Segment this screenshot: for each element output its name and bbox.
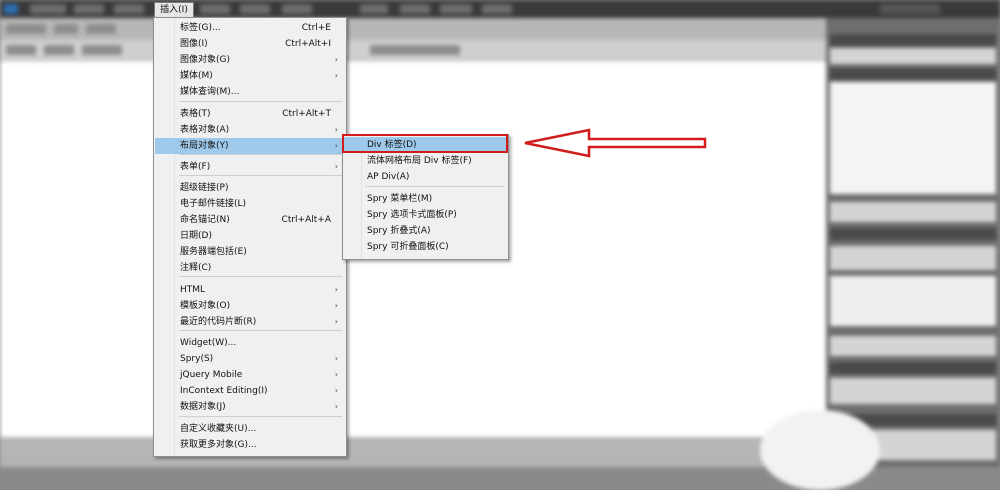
insert-menu-item[interactable]: Spry(S) › xyxy=(155,351,345,367)
menu-item-label: 媒体查询(M)... xyxy=(180,87,240,97)
menu-insert[interactable]: 插入(I) xyxy=(154,2,194,17)
menu-separator xyxy=(366,186,504,187)
menu-item-label: 表格对象(A) xyxy=(180,125,230,135)
insert-menu-item[interactable]: 获取更多对象(G)... xyxy=(155,437,345,453)
menu-item-label: Widget(W)... xyxy=(180,338,237,348)
insert-menu-item[interactable]: jQuery Mobile › xyxy=(155,367,345,383)
insert-menu-item[interactable]: 命名锚记(N) Ctrl+Alt+A xyxy=(155,212,345,228)
menu-item-label: 最近的代码片断(R) xyxy=(180,317,257,327)
insert-menu-item[interactable]: 表单(F) › xyxy=(155,159,345,175)
chevron-right-icon: › xyxy=(334,71,338,80)
menu-item-label: jQuery Mobile xyxy=(180,370,243,380)
menu-item-label: 日期(D) xyxy=(180,231,212,241)
menu-item-label: 表格(T) xyxy=(180,109,211,119)
menu-separator xyxy=(179,175,342,176)
menu-item-label: AP Div(A) xyxy=(367,172,410,182)
menu-item-label: Spry 可折叠面板(C) xyxy=(367,242,449,252)
chevron-right-icon: › xyxy=(334,354,338,363)
menu-item-label: Spry 选项卡式面板(P) xyxy=(367,210,457,220)
menu-item-label: 命名锚记(N) xyxy=(180,215,230,225)
chevron-right-icon: › xyxy=(334,301,338,310)
menu-item-shortcut: Ctrl+E xyxy=(301,23,331,33)
menu-item-shortcut: Ctrl+Alt+T xyxy=(282,109,331,119)
menu-separator xyxy=(179,101,342,102)
panels-sidebar xyxy=(826,18,1000,467)
annotation-arrow-icon xyxy=(524,128,707,158)
menu-separator xyxy=(179,416,342,417)
insert-menu-item[interactable]: 图像(I) Ctrl+Alt+I xyxy=(155,36,345,52)
insert-menu-item[interactable]: 媒体查询(M)... xyxy=(155,84,345,100)
insert-menu-item[interactable]: 模板对象(O) › xyxy=(155,298,345,314)
insert-menu-item[interactable]: 媒体(M) › xyxy=(155,68,345,84)
menu-item-label: 布局对象(Y) xyxy=(180,141,229,151)
layout-submenu-item[interactable]: Spry 折叠式(A) xyxy=(344,223,507,239)
menu-item-label: 图像(I) xyxy=(180,39,208,49)
menu-item-label: 流体网格布局 Div 标签(F) xyxy=(367,156,472,166)
menu-item-label: Spry 折叠式(A) xyxy=(367,226,431,236)
insert-menu-item[interactable]: 超级链接(P) xyxy=(155,180,345,196)
chevron-right-icon: › xyxy=(334,317,338,326)
layout-submenu-item[interactable]: 流体网格布局 Div 标签(F) xyxy=(344,153,507,169)
annotation-highlight-box xyxy=(342,134,508,153)
insert-menu-item[interactable]: 表格(T) Ctrl+Alt+T xyxy=(155,106,345,122)
menu-separator xyxy=(179,276,342,277)
menu-item-label: HTML xyxy=(180,285,206,295)
layout-submenu-item[interactable]: Spry 可折叠面板(C) xyxy=(344,239,507,255)
menu-item-label: 超级链接(P) xyxy=(180,183,229,193)
insert-menu-item[interactable]: Widget(W)... xyxy=(155,335,345,351)
chevron-right-icon: › xyxy=(334,125,338,134)
insert-menu-item[interactable]: 图像对象(G) › xyxy=(155,52,345,68)
insert-menu-item[interactable]: 表格对象(A) › xyxy=(155,122,345,138)
menu-item-shortcut: Ctrl+Alt+I xyxy=(285,39,331,49)
menu-bar xyxy=(0,0,1000,18)
layout-submenu-item[interactable]: AP Div(A) xyxy=(344,169,507,185)
view-toolbar xyxy=(0,40,830,61)
chevron-right-icon: › xyxy=(334,162,338,171)
insert-menu-item[interactable]: InContext Editing(I) › xyxy=(155,383,345,399)
menu-item-label: 服务器端包括(E) xyxy=(180,247,247,257)
menu-item-label: 获取更多对象(G)... xyxy=(180,440,257,450)
insert-menu-item[interactable]: 标签(G)... Ctrl+E xyxy=(155,20,345,36)
menu-item-label: Spry 菜单栏(M) xyxy=(367,194,433,204)
insert-menu-item[interactable]: HTML › xyxy=(155,282,345,298)
insert-menu-item[interactable]: 注释(C) xyxy=(155,260,345,276)
document-toolbar xyxy=(0,18,830,41)
menu-item-label: InContext Editing(I) xyxy=(180,386,268,396)
insert-menu-item[interactable]: 自定义收藏夹(U)... xyxy=(155,421,345,437)
status-bar xyxy=(0,437,830,467)
menu-item-label: Spry(S) xyxy=(180,354,214,364)
menu-item-label: 电子邮件链接(L) xyxy=(180,199,247,209)
chevron-right-icon: › xyxy=(334,370,338,379)
menu-item-label: 媒体(M) xyxy=(180,71,213,81)
insert-menu-item[interactable]: 最近的代码片断(R) › xyxy=(155,314,345,330)
menu-item-label: 标签(G)... xyxy=(180,23,221,33)
menu-item-label: 数据对象(J) xyxy=(180,402,226,412)
layout-submenu-item[interactable]: Spry 菜单栏(M) xyxy=(344,191,507,207)
chevron-right-icon: › xyxy=(334,285,338,294)
insert-menu-item[interactable]: 日期(D) xyxy=(155,228,345,244)
menu-item-label: 表单(F) xyxy=(180,162,211,172)
menu-item-label: 注释(C) xyxy=(180,263,212,273)
insert-menu-item[interactable]: 服务器端包括(E) xyxy=(155,244,345,260)
chevron-right-icon: › xyxy=(334,402,338,411)
menu-item-label: 图像对象(G) xyxy=(180,55,230,65)
insert-menu-item[interactable]: 布局对象(Y) › xyxy=(155,138,345,154)
menu-item-label: 自定义收藏夹(U)... xyxy=(180,424,257,434)
menu-separator xyxy=(179,330,342,331)
chevron-right-icon: › xyxy=(334,386,338,395)
chevron-right-icon: › xyxy=(334,141,338,150)
insert-menu: 标签(G)... Ctrl+E 图像(I) Ctrl+Alt+I 图像对象(G) › 媒体(… xyxy=(153,17,347,457)
menu-item-label: 模板对象(O) xyxy=(180,301,231,311)
insert-menu-item[interactable]: 电子邮件链接(L) xyxy=(155,196,345,212)
insert-menu-item[interactable]: 数据对象(J) › xyxy=(155,399,345,415)
layout-submenu-item[interactable]: Spry 选项卡式面板(P) xyxy=(344,207,507,223)
chevron-right-icon: › xyxy=(334,55,338,64)
menu-item-shortcut: Ctrl+Alt+A xyxy=(281,215,331,225)
menu-separator xyxy=(179,154,342,155)
